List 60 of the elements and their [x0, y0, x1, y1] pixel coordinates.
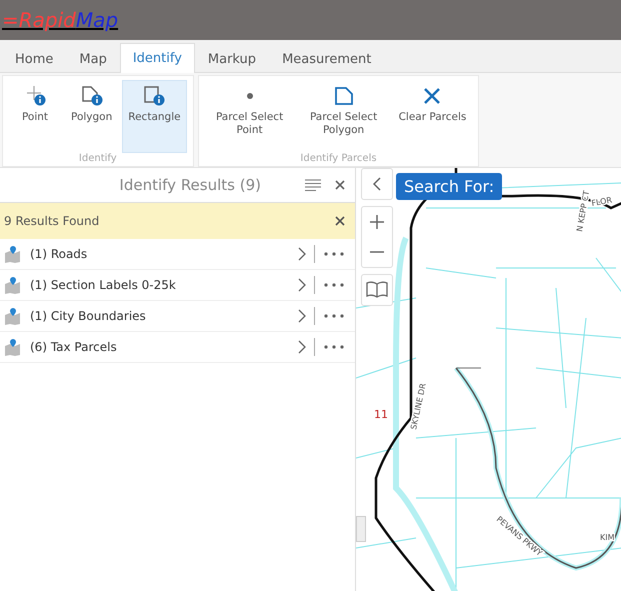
- street-label: KIM: [600, 533, 615, 542]
- result-label: (1) Section Labels 0-25k: [30, 278, 177, 292]
- result-row[interactable]: (1) Roads: [0, 239, 355, 270]
- result-row[interactable]: (1) City Boundaries: [0, 301, 355, 332]
- ribbon-tab[interactable]: Map: [66, 45, 120, 73]
- rectangle-info-icon: [142, 85, 166, 107]
- tool-button[interactable]: Parcel Select Polygon: [298, 80, 389, 153]
- search-label[interactable]: Search For:: [396, 173, 502, 200]
- minus-icon: [370, 251, 384, 253]
- chevron-right-icon[interactable]: [298, 309, 306, 323]
- app-logo: =RapidMap: [2, 8, 118, 32]
- tool-button[interactable]: Rectangle: [122, 80, 187, 153]
- resize-handle[interactable]: [356, 516, 366, 542]
- ribbon-tab[interactable]: Identify: [120, 43, 195, 73]
- tool-button[interactable]: Polygon: [65, 80, 118, 153]
- more-icon[interactable]: [323, 344, 345, 350]
- result-row[interactable]: (1) Section Labels 0-25k: [0, 270, 355, 301]
- result-label: (1) City Boundaries: [30, 309, 147, 323]
- plus-icon: [370, 215, 384, 229]
- panel-title: Identify Results (9): [119, 176, 261, 194]
- ribbon-tab[interactable]: Home: [2, 45, 66, 73]
- street-label: SKYLINE DR: [409, 382, 428, 430]
- tool-button[interactable]: Parcel Select Point: [204, 80, 295, 153]
- street-label: FLOR: [590, 196, 613, 208]
- dot-icon: [246, 93, 253, 99]
- chevron-right-icon[interactable]: [298, 340, 306, 354]
- tool-label: Clear Parcels: [398, 111, 466, 124]
- result-label: (1) Roads: [30, 247, 88, 261]
- polygon-icon: [332, 85, 355, 107]
- chevron-right-icon[interactable]: [298, 247, 306, 261]
- more-icon[interactable]: [323, 282, 345, 288]
- tool-label: Parcel Select Point: [214, 111, 284, 136]
- tool-label: Parcel Select Polygon: [308, 111, 378, 136]
- section-number: 11: [374, 408, 388, 421]
- map-pin-icon: [4, 338, 22, 356]
- chevron-left-icon: [373, 177, 381, 191]
- chevron-right-icon[interactable]: [298, 278, 306, 292]
- more-icon[interactable]: [323, 251, 345, 257]
- group-title: Identify: [78, 153, 117, 164]
- close-icon[interactable]: [335, 180, 345, 190]
- tool-label: Point: [22, 111, 48, 124]
- ribbon-tab[interactable]: Markup: [194, 45, 270, 73]
- map-pin-icon: [4, 245, 22, 263]
- result-label: (6) Tax Parcels: [30, 340, 118, 354]
- polygon-info-icon: [80, 85, 104, 107]
- book-icon: [366, 281, 388, 299]
- ribbon-tab[interactable]: Measurement: [269, 45, 384, 73]
- map-pin-icon: [4, 276, 22, 294]
- more-icon[interactable]: [323, 313, 345, 319]
- close-icon[interactable]: [335, 216, 345, 226]
- tool-button[interactable]: Clear Parcels: [392, 80, 472, 153]
- list-icon[interactable]: [305, 179, 321, 191]
- tool-button[interactable]: Point: [9, 80, 61, 153]
- tool-label: Polygon: [71, 111, 112, 124]
- street-label: N KEPP CT: [575, 190, 592, 232]
- results-notice: 9 Results Found: [4, 214, 100, 228]
- tool-label: Rectangle: [128, 111, 181, 124]
- result-row[interactable]: (6) Tax Parcels: [0, 332, 355, 363]
- map-pin-icon: [4, 307, 22, 325]
- group-title: Identify Parcels: [300, 153, 377, 164]
